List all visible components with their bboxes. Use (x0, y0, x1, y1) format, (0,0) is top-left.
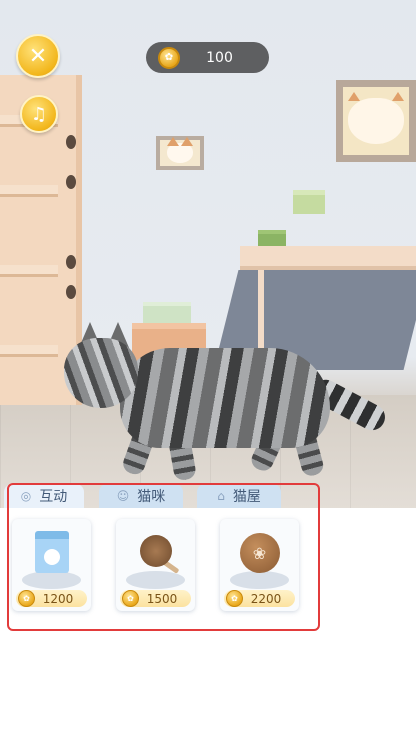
music-note-icon: ♫ (30, 103, 48, 125)
price-tag: ✿ 1500 (120, 590, 191, 607)
catnip-lollipop-icon (139, 535, 172, 567)
tab-cats[interactable]: ☺ 猫咪 (99, 484, 183, 508)
shop-item-catnip-lollipop[interactable]: ✿ 1500 (116, 519, 195, 611)
item-plate (126, 571, 185, 589)
wall-picture-small (156, 136, 204, 170)
paw-ball-icon: ❀ (239, 533, 280, 573)
game-scene[interactable] (0, 0, 416, 510)
tab-interact[interactable]: ◎ 互动 (4, 484, 84, 508)
shelf-hole (66, 175, 76, 189)
green-box (293, 190, 325, 214)
plant-pot (258, 230, 286, 246)
coin-count: 100 (206, 49, 233, 66)
music-button[interactable]: ♫ (20, 95, 58, 133)
price-amount: 1200 (42, 591, 74, 606)
price-tag: ✿ 1200 (16, 590, 87, 607)
tab-label: 猫咪 (137, 489, 166, 505)
cat-head-icon: ☺ (116, 489, 130, 503)
cat-house-icon: ⌂ (217, 489, 225, 503)
close-button[interactable]: ✕ (16, 34, 60, 78)
tab-label: 互动 (39, 489, 68, 505)
shop-item-milk[interactable]: ✿ 1200 (12, 519, 91, 611)
shelf-hole (66, 255, 76, 269)
price-amount: 1500 (146, 591, 178, 606)
shelf-bunk (0, 185, 58, 197)
shelf-hole (66, 135, 76, 149)
cat-portrait-icon (167, 137, 193, 163)
coin-icon: ✿ (158, 46, 180, 69)
wall-picture-large (336, 80, 416, 162)
cat-portrait-icon (348, 92, 404, 144)
cat-body (120, 348, 330, 448)
desk (240, 246, 416, 270)
item-plate (22, 571, 81, 589)
shop-item-paw-ball[interactable]: ❀ ✿ 2200 (220, 519, 299, 611)
coin-icon: ✿ (18, 590, 35, 607)
milk-carton-icon (34, 531, 69, 573)
yarn-ball-icon: ◎ (20, 489, 32, 503)
coin-balance: ✿ 100 (146, 42, 269, 73)
shelf-hole (66, 285, 76, 299)
tabby-cat[interactable] (60, 320, 390, 482)
close-icon: ✕ (28, 43, 48, 69)
tab-label: 猫屋 (232, 489, 261, 505)
cat-head (64, 338, 138, 408)
price-tag: ✿ 2200 (224, 590, 295, 607)
tab-cat-house[interactable]: ⌂ 猫屋 (197, 484, 281, 508)
shelf-bunk (0, 345, 58, 357)
item-plate (230, 571, 289, 589)
coin-icon: ✿ (226, 590, 243, 607)
price-amount: 2200 (250, 591, 282, 606)
shelf-bunk (0, 265, 58, 277)
coin-icon: ✿ (122, 590, 139, 607)
